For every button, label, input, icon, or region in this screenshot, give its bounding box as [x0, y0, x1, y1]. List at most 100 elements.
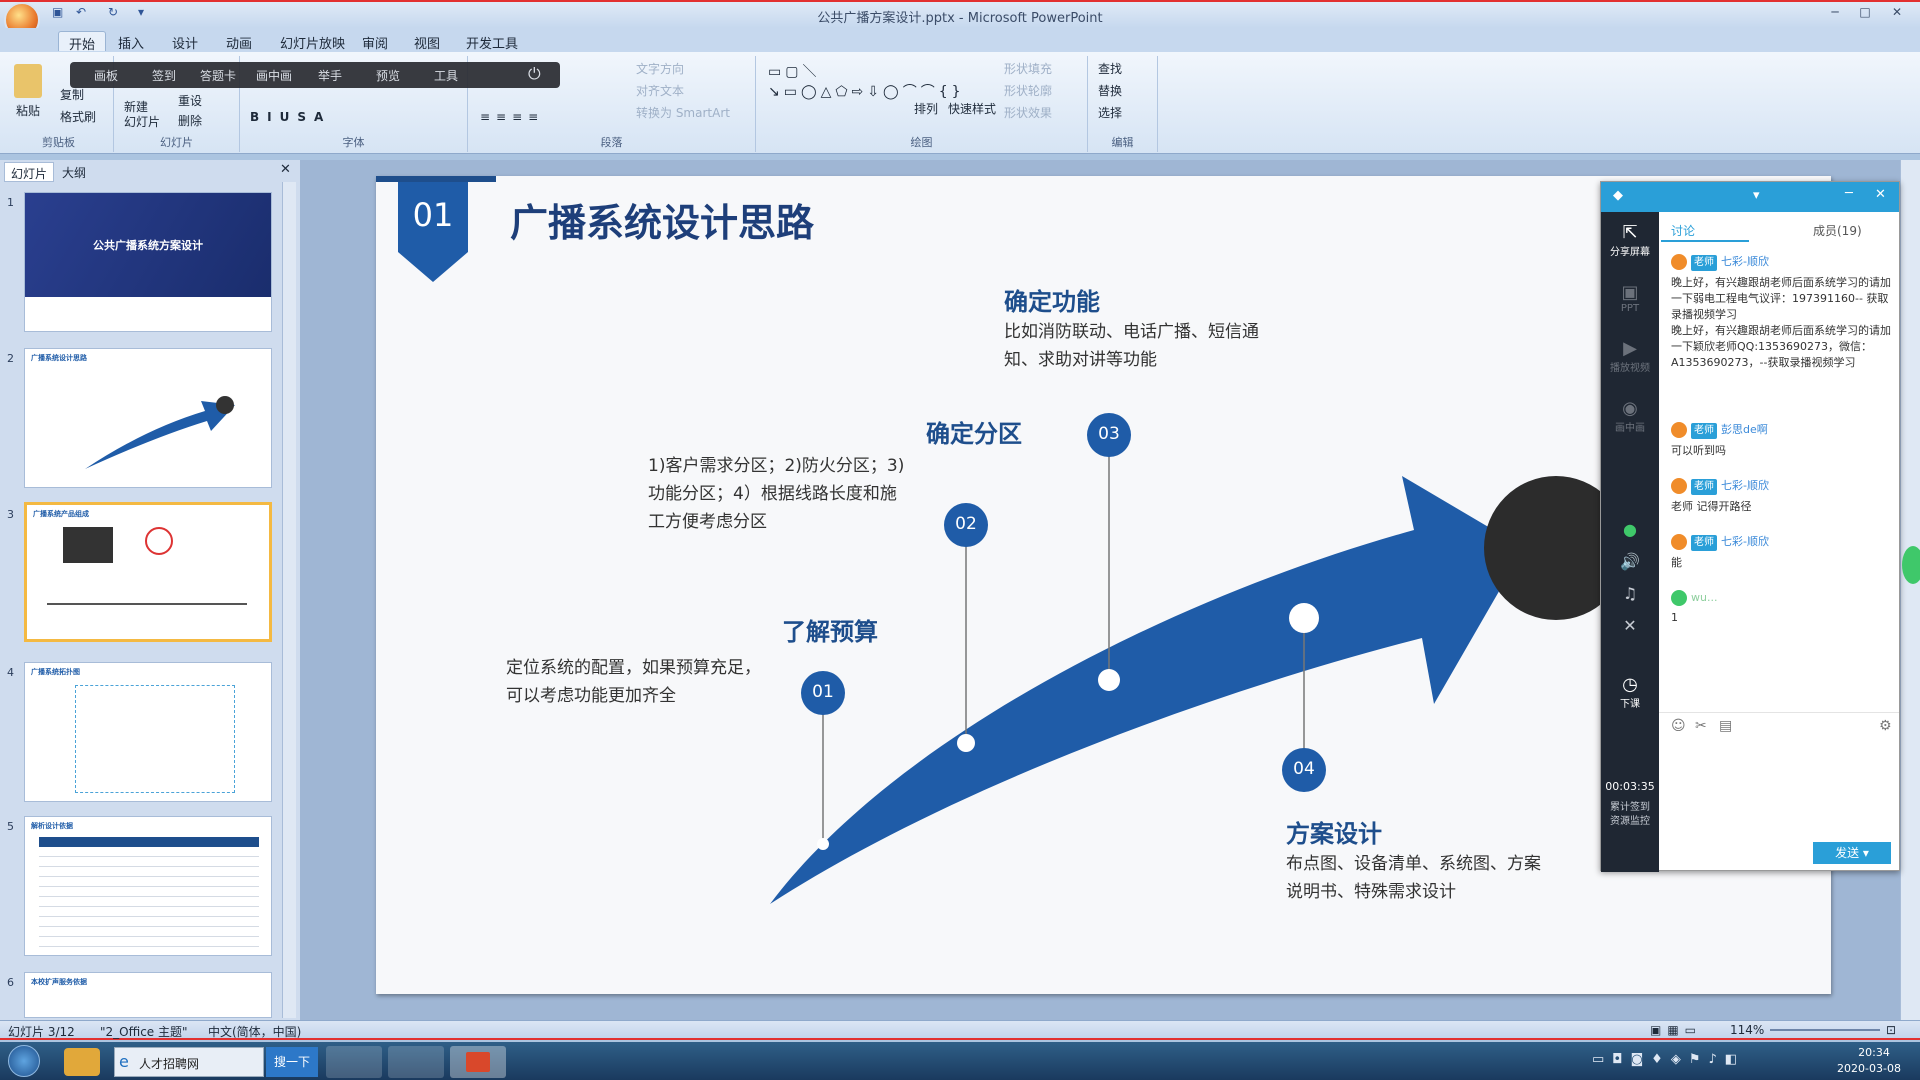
step-heading-4: 方案设计 — [1286, 820, 1382, 848]
shape-effects-button[interactable]: 形状效果 — [1004, 104, 1052, 121]
font-format-buttons[interactable]: BIUSA — [250, 110, 331, 124]
floatbar-preview[interactable]: 预览 — [376, 67, 400, 84]
arrange-button[interactable]: 排列 — [914, 100, 938, 117]
system-tray-icons[interactable]: ▭◘◙♦◈⚑♪◧ — [1592, 1052, 1745, 1067]
image-icon[interactable]: ▤ — [1719, 718, 1732, 734]
thumb-topology — [75, 685, 235, 793]
pip-button[interactable]: ◉ 画中画 — [1601, 398, 1659, 434]
reset-button[interactable]: 重设 — [178, 92, 202, 109]
smartart-button[interactable]: 转换为 SmartArt — [636, 104, 730, 121]
share-screen-button[interactable]: ⇱ 分享屏幕 — [1601, 222, 1659, 258]
start-button[interactable] — [8, 1045, 40, 1077]
tab-animation[interactable]: 动画 — [216, 31, 262, 52]
tab-developer[interactable]: 开发工具 — [456, 31, 528, 52]
settings-icon[interactable]: ⚙ — [1879, 718, 1892, 734]
message-text: 可以听到吗 — [1671, 444, 1726, 457]
shapes-gallery[interactable]: ▭▢＼↘▭◯△⬠⇨⇩◯⌒⌒{} — [768, 62, 961, 102]
text-direction-button[interactable]: 文字方向 — [636, 60, 684, 77]
floatbar-tools[interactable]: 工具 — [434, 67, 458, 84]
floatbar-answer-card[interactable]: 答题卡 — [200, 67, 236, 84]
select-button[interactable]: 选择 — [1098, 104, 1122, 121]
taskbar-media-app[interactable] — [326, 1046, 382, 1078]
replace-button[interactable]: 替换 — [1098, 82, 1122, 99]
slide-thumbnail-4[interactable]: 广播系统拓扑图 — [24, 662, 272, 802]
maximize-button[interactable]: □ — [1852, 5, 1878, 23]
find-button[interactable]: 查找 — [1098, 60, 1122, 77]
power-icon[interactable]: ⏻ — [528, 64, 541, 84]
floatbar-signin[interactable]: 签到 — [152, 67, 176, 84]
step-body-2: 1)客户需求分区；2)防火分区；3) 功能分区；4）根据线路长度和施 工方便考虑… — [648, 456, 905, 532]
align-text-button[interactable]: 对齐文本 — [636, 82, 684, 99]
save-icon[interactable]: ▣ — [52, 5, 66, 19]
tab-slideshow[interactable]: 幻灯片放映 — [270, 31, 355, 52]
slide-thumbnail-6[interactable]: 本校扩声服务依据 — [24, 972, 272, 1018]
slide-thumbnail-1[interactable]: 公共广播系统方案设计 — [24, 192, 272, 332]
play-video-button[interactable]: ▶ 播放视频 — [1601, 338, 1659, 374]
tab-discussion[interactable]: 讨论 — [1671, 222, 1695, 239]
customize-qat-icon[interactable]: ▾ — [138, 5, 152, 19]
floatbar-whiteboard[interactable]: 画板 — [94, 67, 118, 84]
browser-icon: e — [119, 1052, 129, 1071]
microphone-icon[interactable]: ● — [1601, 520, 1659, 539]
zoom-slider[interactable] — [1770, 1029, 1880, 1031]
floating-badge[interactable] — [1902, 546, 1920, 584]
taskbar-browser[interactable]: e 人才招聘网 — [114, 1047, 264, 1077]
fit-window-icon[interactable]: ⊡ — [1886, 1023, 1896, 1037]
tab-outline[interactable]: 大纲 — [56, 162, 92, 182]
input-divider — [1659, 712, 1899, 713]
search-button[interactable]: 搜一下 — [266, 1047, 318, 1077]
align-icons[interactable]: ≡≡≡≡ — [480, 110, 544, 124]
vertical-scrollbar[interactable] — [1900, 160, 1920, 1020]
ppt-button[interactable]: ▣ PPT — [1601, 282, 1659, 314]
redo-icon[interactable]: ↻ — [108, 5, 122, 19]
end-class-button[interactable]: ◷ 下课 — [1601, 674, 1659, 710]
tab-slides[interactable]: 幻灯片 — [4, 162, 55, 182]
taskbar-app-icon[interactable] — [64, 1048, 100, 1076]
panel-pin-icon[interactable]: ◆ — [1613, 188, 1623, 203]
fullscreen-icon[interactable]: ✕ — [1601, 616, 1659, 635]
new-slide-button[interactable]: 新建 幻灯片 — [124, 100, 160, 130]
shape-outline-button[interactable]: 形状轮廓 — [1004, 82, 1052, 99]
tab-review[interactable]: 审阅 — [352, 31, 398, 52]
panel-minimize-icon[interactable]: ─ — [1845, 186, 1853, 201]
tab-insert[interactable]: 插入 — [108, 31, 154, 52]
panel-dropdown-icon[interactable]: ▾ — [1753, 188, 1760, 203]
tab-view[interactable]: 视图 — [404, 31, 450, 52]
copy-button[interactable]: 复制 — [60, 86, 84, 103]
language-indicator[interactable]: 中文(简体，中国) — [208, 1023, 301, 1040]
browser-label: 人才招聘网 — [139, 1057, 200, 1071]
thumb-line — [47, 603, 247, 605]
delete-button[interactable]: 删除 — [178, 112, 202, 129]
shape-fill-button[interactable]: 形状填充 — [1004, 60, 1052, 77]
role-badge: 老师 — [1691, 535, 1717, 551]
send-button[interactable]: 发送 ▾ — [1813, 842, 1891, 864]
minimize-button[interactable]: ─ — [1822, 5, 1848, 23]
powerpoint-icon — [466, 1052, 490, 1072]
floatbar-raise-hand[interactable]: 举手 — [318, 67, 342, 84]
thumbnail-scrollbar[interactable] — [282, 182, 296, 1018]
slide-thumbnail-2[interactable]: 广播系统设计思路 — [24, 348, 272, 488]
slide-thumbnail-3[interactable]: 广播系统产品组成 — [24, 502, 272, 642]
slide-thumbnail-5[interactable]: 解析设计依据 — [24, 816, 272, 956]
zoom-level[interactable]: 114% — [1730, 1023, 1764, 1037]
view-buttons[interactable]: ▣▦▭ — [1650, 1023, 1702, 1037]
taskbar-folder[interactable] — [388, 1046, 444, 1078]
undo-icon[interactable]: ↶ — [76, 5, 90, 19]
format-painter-button[interactable]: 格式刷 — [60, 108, 96, 125]
close-button[interactable]: ✕ — [1884, 5, 1910, 23]
speaker-icon[interactable]: 🔊 — [1601, 552, 1659, 571]
quick-styles-button[interactable]: 快速样式 — [948, 100, 996, 117]
floatbar-pip[interactable]: 画中画 — [256, 67, 292, 84]
tab-design[interactable]: 设计 — [162, 31, 208, 52]
taskbar-powerpoint[interactable] — [450, 1046, 506, 1078]
panel-close-icon[interactable]: ✕ — [1875, 187, 1886, 202]
send-label: 发送 — [1835, 846, 1860, 860]
close-pane-icon[interactable]: ✕ — [280, 162, 291, 177]
tab-home[interactable]: 开始 — [58, 31, 107, 53]
music-icon[interactable]: ♫ — [1601, 584, 1659, 603]
chat-input[interactable] — [1659, 742, 1897, 808]
tab-members[interactable]: 成员(19) — [1813, 222, 1862, 239]
emoji-icon[interactable]: ☺ — [1671, 718, 1686, 734]
paste-button[interactable]: 粘贴 — [16, 102, 40, 119]
scissors-icon[interactable]: ✂ — [1695, 718, 1707, 734]
